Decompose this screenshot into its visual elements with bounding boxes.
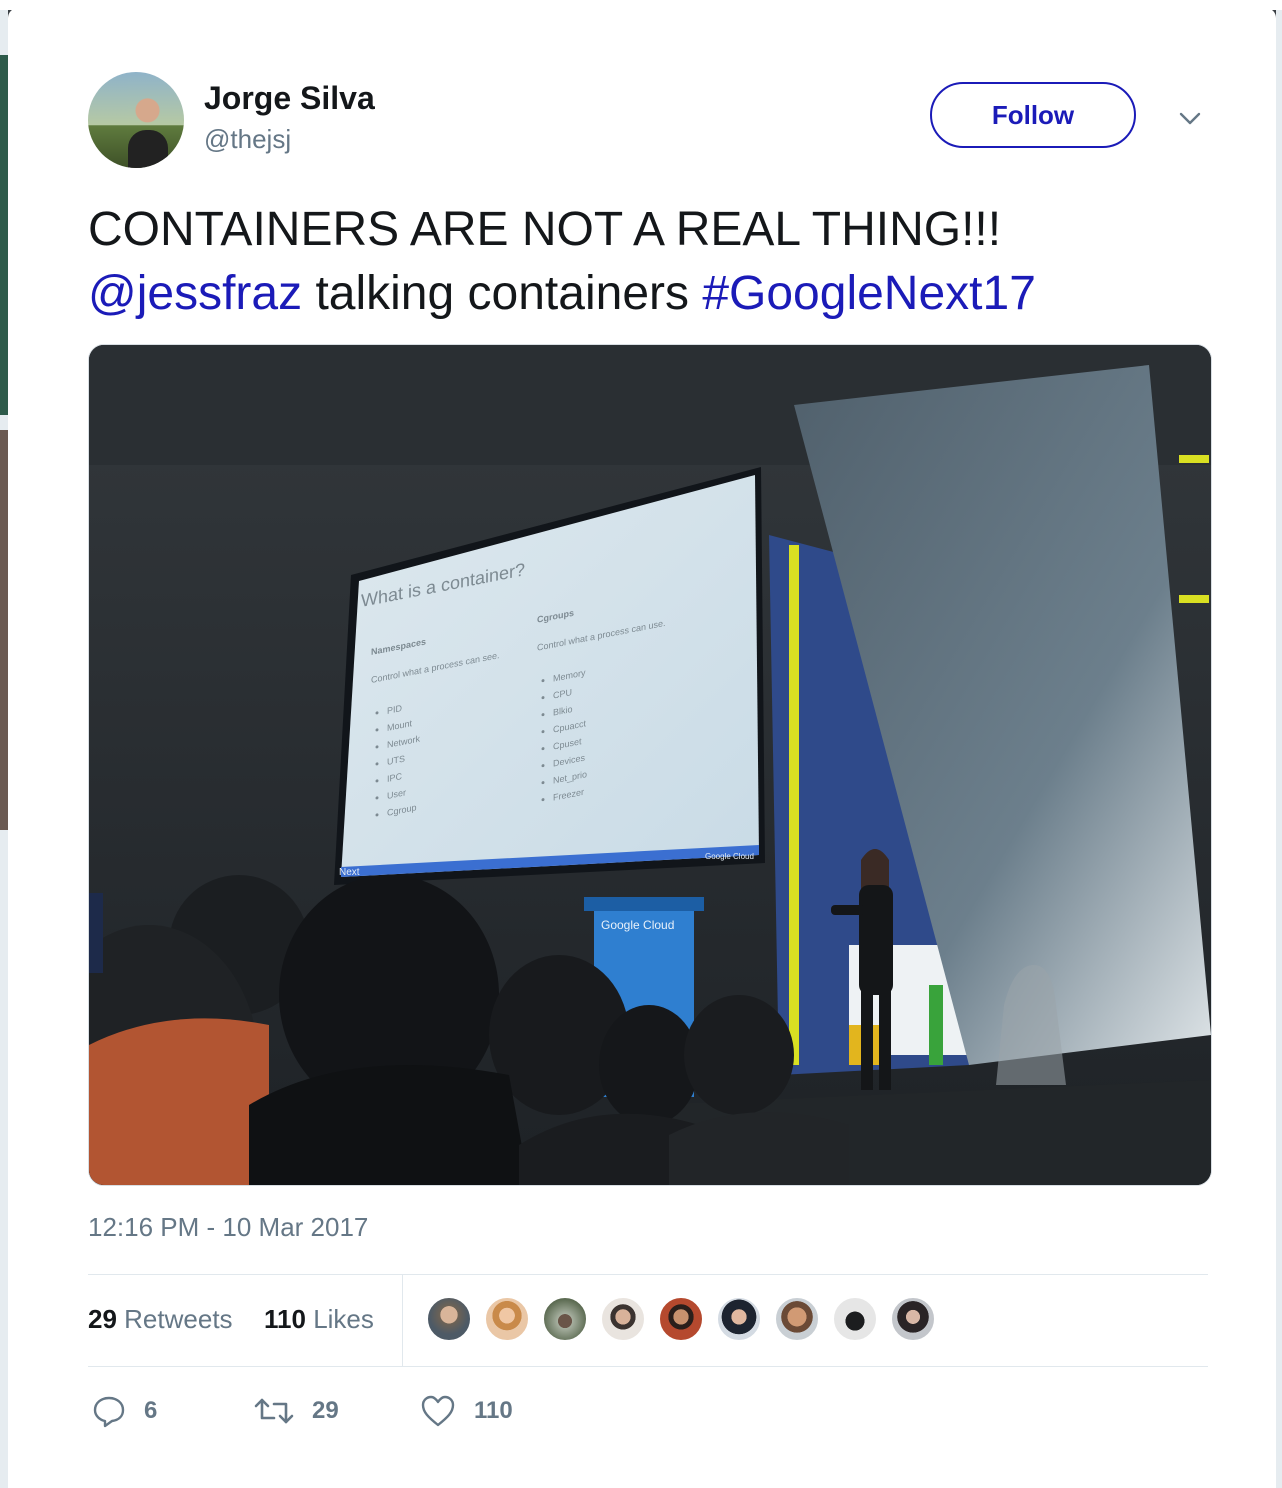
podium-label: Google Cloud [601,918,674,932]
reply-icon [93,1396,125,1428]
tweet-timestamp[interactable]: 12:16 PM - 10 Mar 2017 [88,1212,368,1243]
background-right-strip [1276,10,1282,1488]
like-count: 110 [474,1397,513,1424]
liker-avatar[interactable] [658,1296,704,1342]
retweet-count: 29 [312,1397,339,1424]
retweets-stat[interactable]: 29 Retweets [88,1304,233,1335]
background-image-fragment [0,55,8,415]
author-name[interactable]: Jorge Silva [204,80,375,117]
likes-stat-label: Likes [313,1304,374,1334]
liker-avatar[interactable] [426,1296,472,1342]
heart-icon [421,1395,455,1427]
reply-count: 6 [144,1397,158,1424]
liker-avatar[interactable] [542,1296,588,1342]
chevron-down-icon[interactable] [1176,104,1204,132]
likes-stat[interactable]: 110 Likes [264,1304,374,1335]
tweet-photo[interactable]: What is a container? Namespaces Control … [88,344,1212,1186]
tweet-text: CONTAINERS ARE NOT A REAL THING!!! @jess… [88,198,1208,326]
liker-avatar[interactable] [600,1296,646,1342]
stats-separator [402,1274,403,1366]
background-left-strip [0,10,8,1488]
tweet-actions: 6 29 110 [88,1390,688,1440]
liker-avatar[interactable] [716,1296,762,1342]
follow-button[interactable]: Follow [930,82,1136,148]
tweet-text-line-1: CONTAINERS ARE NOT A REAL THING!!! [88,203,1002,256]
retweets-stat-label: Retweets [124,1304,233,1334]
hashtag-link[interactable]: #GoogleNext17 [702,267,1036,320]
mention-link[interactable]: @jessfraz [88,267,302,320]
retweet-icon [254,1398,294,1424]
avatar-figure [128,130,168,168]
liker-avatar[interactable] [890,1296,936,1342]
retweet-button[interactable]: 29 [254,1394,339,1428]
slide-footer-left: Next [339,867,360,878]
liker-avatar[interactable] [484,1296,530,1342]
likes-stat-count: 110 [264,1304,306,1334]
tweet-modal: Jorge Silva @thejsj Follow CONTAINERS AR… [8,8,1276,1488]
author-handle[interactable]: @thejsj [204,124,291,155]
author-avatar[interactable] [88,72,184,168]
reply-button[interactable]: 6 [92,1394,157,1428]
background-image-fragment-2 [0,430,8,830]
engagement-stats: 29 Retweets 110 Likes [88,1274,1208,1366]
stats-divider-bottom [88,1366,1208,1367]
liker-avatar[interactable] [832,1296,878,1342]
retweets-stat-count: 29 [88,1304,117,1334]
slide-footer-right: Google Cloud [705,852,754,861]
like-button[interactable]: 110 [420,1394,513,1428]
liker-avatar[interactable] [774,1296,820,1342]
tweet-text-middle: talking containers [302,267,703,320]
photo-illustration: What is a container? Namespaces Control … [89,345,1211,1185]
